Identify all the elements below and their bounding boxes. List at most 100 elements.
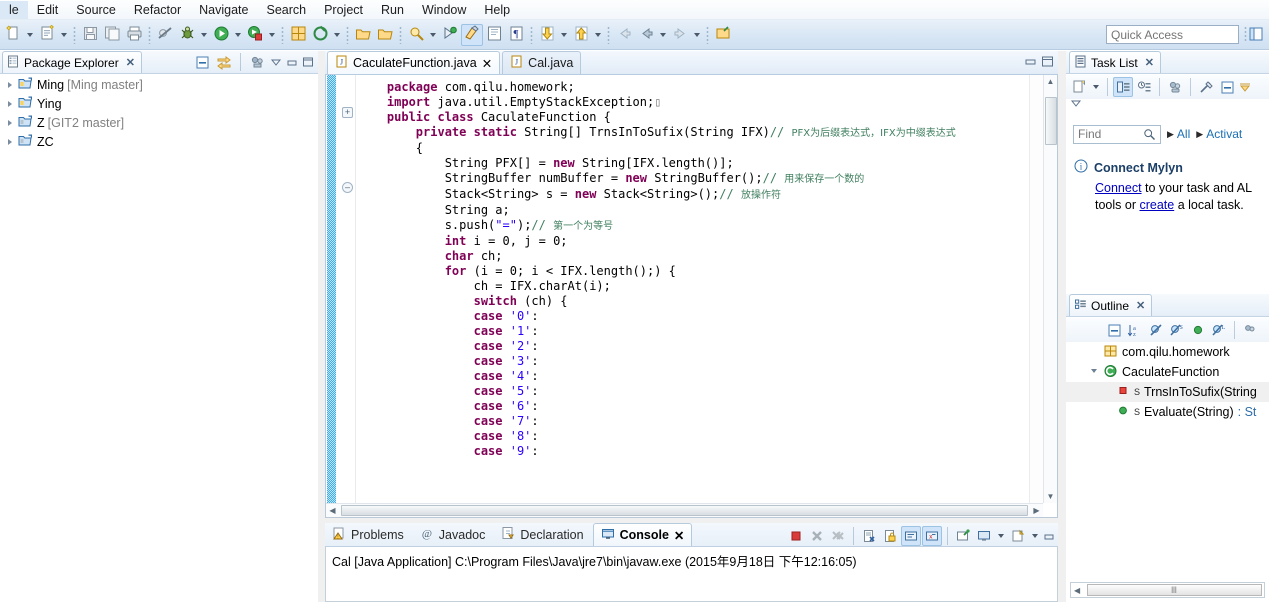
outline-horizontal-scrollbar[interactable]: ◀ Ⅲ <box>1070 582 1265 598</box>
twisty-collapsed-icon[interactable] <box>4 79 15 90</box>
tree-item-ming[interactable]: Ming [Ming master] <box>0 75 318 94</box>
external-tools-button[interactable] <box>309 24 331 46</box>
outline-scroll-thumb[interactable]: Ⅲ <box>1087 584 1262 596</box>
close-icon[interactable]: ✕ <box>126 56 135 69</box>
menu-item-refactor[interactable]: Refactor <box>125 1 190 19</box>
close-icon[interactable]: ✕ <box>1136 299 1145 312</box>
chevron-down-icon[interactable] <box>1029 525 1041 547</box>
hide-fields-icon[interactable] <box>1146 320 1166 340</box>
tree-item-z[interactable]: Z [GIT2 master] <box>0 113 318 132</box>
menu-item-run[interactable]: Run <box>372 1 413 19</box>
fold-collapse-icon[interactable]: – <box>342 182 353 193</box>
menu-item-help[interactable]: Help <box>475 1 519 19</box>
display-console-icon[interactable] <box>974 526 994 546</box>
synchronize-icon[interactable] <box>1165 77 1185 97</box>
twisty-collapsed-icon[interactable] <box>4 136 15 147</box>
outline-item-com-qilu-homework[interactable]: com.qilu.homework <box>1066 342 1269 362</box>
editor-overview-ruler[interactable] <box>1029 75 1043 517</box>
open-console-icon[interactable] <box>1008 526 1028 546</box>
link-editor-icon[interactable] <box>214 52 234 72</box>
hide-local-types-icon[interactable]: L <box>1209 320 1229 340</box>
scroll-lock-icon[interactable] <box>880 526 900 546</box>
console-tab-declaration[interactable]: Declaration <box>494 523 590 546</box>
tab-task-list[interactable]: Task List ✕ <box>1069 51 1161 73</box>
remove-launch-icon[interactable] <box>807 526 827 546</box>
external-tools-dropdown-arrow[interactable] <box>331 24 343 46</box>
horizontal-scroll-thumb[interactable] <box>341 505 1028 516</box>
chevron-down-icon[interactable] <box>995 525 1007 547</box>
sash-left[interactable] <box>318 51 325 602</box>
scroll-left-icon[interactable]: ◀ <box>326 504 339 517</box>
pin-editor-button[interactable] <box>712 24 734 46</box>
quick-access-input[interactable] <box>1106 25 1239 44</box>
scroll-left-icon[interactable]: ◀ <box>1074 586 1080 595</box>
code-editor[interactable]: + – package com.qilu.homework; import ja… <box>325 75 1058 518</box>
task-find-input[interactable]: Find <box>1073 124 1161 144</box>
new-task-icon[interactable] <box>1069 77 1089 97</box>
prev-edit-dropdown-arrow[interactable] <box>592 24 604 46</box>
back-history-dropdown-arrow[interactable] <box>657 24 669 46</box>
run-button[interactable] <box>210 24 232 46</box>
close-icon[interactable]: ✕ <box>482 56 492 71</box>
minimize-icon[interactable] <box>1042 529 1056 543</box>
sort-az-icon[interactable]: az <box>1125 320 1145 340</box>
scroll-up-icon[interactable]: ▲ <box>1044 75 1057 88</box>
twisty-collapsed-icon[interactable] <box>4 117 15 128</box>
toggle-breakpoint-button[interactable] <box>154 24 176 46</box>
outline-item-caculatefunction[interactable]: CaculateFunction <box>1066 362 1269 382</box>
tree-item-ying[interactable]: Ying <box>0 94 318 113</box>
next-edit-button[interactable] <box>536 24 558 46</box>
collapse-all-icon[interactable] <box>192 52 212 72</box>
editor-tab-cal-java[interactable]: J Cal.java <box>502 51 582 74</box>
remove-all-icon[interactable] <box>828 526 848 546</box>
prev-edit-button[interactable] <box>570 24 592 46</box>
next-annotation-button[interactable] <box>439 24 461 46</box>
vertical-scroll-thumb[interactable] <box>1045 97 1057 145</box>
back-history-button[interactable] <box>635 24 657 46</box>
console-tab-problems[interactable]: ! Problems <box>325 523 411 546</box>
tree-item-zc[interactable]: ZC <box>0 132 318 151</box>
menu-item-search[interactable]: Search <box>257 1 315 19</box>
editor-fold-column[interactable]: + – <box>340 75 356 517</box>
mylyn-connect-link[interactable]: Connect <box>1095 181 1142 195</box>
menu-item-edit[interactable]: Edit <box>28 1 68 19</box>
show-console-stderr-icon[interactable]: x <box>922 526 942 546</box>
editor-horizontal-scrollbar[interactable]: ◀ ▶ <box>326 503 1043 517</box>
view-menu-icon[interactable] <box>1238 77 1252 97</box>
back-button[interactable] <box>613 24 635 46</box>
run-coverage-button[interactable] <box>244 24 266 46</box>
toggle-mark-occurrences-button[interactable] <box>461 23 483 46</box>
twisty-expanded-icon[interactable] <box>1088 367 1099 378</box>
menu-item-le[interactable]: le <box>0 0 28 19</box>
open-perspective-button[interactable] <box>1247 25 1267 45</box>
scroll-down-icon[interactable]: ▼ <box>1044 490 1057 503</box>
clear-console-icon[interactable] <box>859 526 879 546</box>
hide-static-icon[interactable]: S <box>1167 320 1187 340</box>
sash-right[interactable] <box>1058 51 1066 602</box>
chevron-down-icon[interactable] <box>1090 76 1102 98</box>
new-wizard-dropdown-arrow[interactable] <box>24 24 36 46</box>
search-button[interactable] <box>405 24 427 46</box>
tab-package-explorer[interactable]: Package Explorer ✕ <box>2 51 142 73</box>
filters-icon[interactable] <box>247 52 267 72</box>
mylyn-create-link[interactable]: create <box>1139 198 1174 212</box>
run-dropdown-arrow[interactable] <box>232 24 244 46</box>
open-task-button[interactable] <box>374 24 396 46</box>
debug-button[interactable] <box>176 24 198 46</box>
menu-item-window[interactable]: Window <box>413 1 475 19</box>
new-java-project-button[interactable] <box>287 24 309 46</box>
next-edit-dropdown-arrow[interactable] <box>558 24 570 46</box>
run-coverage-dropdown-arrow[interactable] <box>266 24 278 46</box>
scroll-right-icon[interactable]: ▶ <box>1030 504 1043 517</box>
new-java-class-dropdown-arrow[interactable] <box>58 24 70 46</box>
task-filter-activate[interactable]: ▶ Activat <box>1196 127 1242 141</box>
close-icon[interactable]: ✕ <box>674 528 684 543</box>
maximize-icon[interactable] <box>301 55 315 69</box>
save-button[interactable] <box>79 24 101 46</box>
show-whitespace-button[interactable] <box>483 24 505 46</box>
forward-button[interactable] <box>669 24 691 46</box>
debug-dropdown-arrow[interactable] <box>198 24 210 46</box>
tab-outline[interactable]: Outline ✕ <box>1069 294 1153 316</box>
categorized-icon[interactable] <box>1113 77 1133 97</box>
editor-vertical-scrollbar[interactable]: ▲ ▼ <box>1043 75 1057 503</box>
